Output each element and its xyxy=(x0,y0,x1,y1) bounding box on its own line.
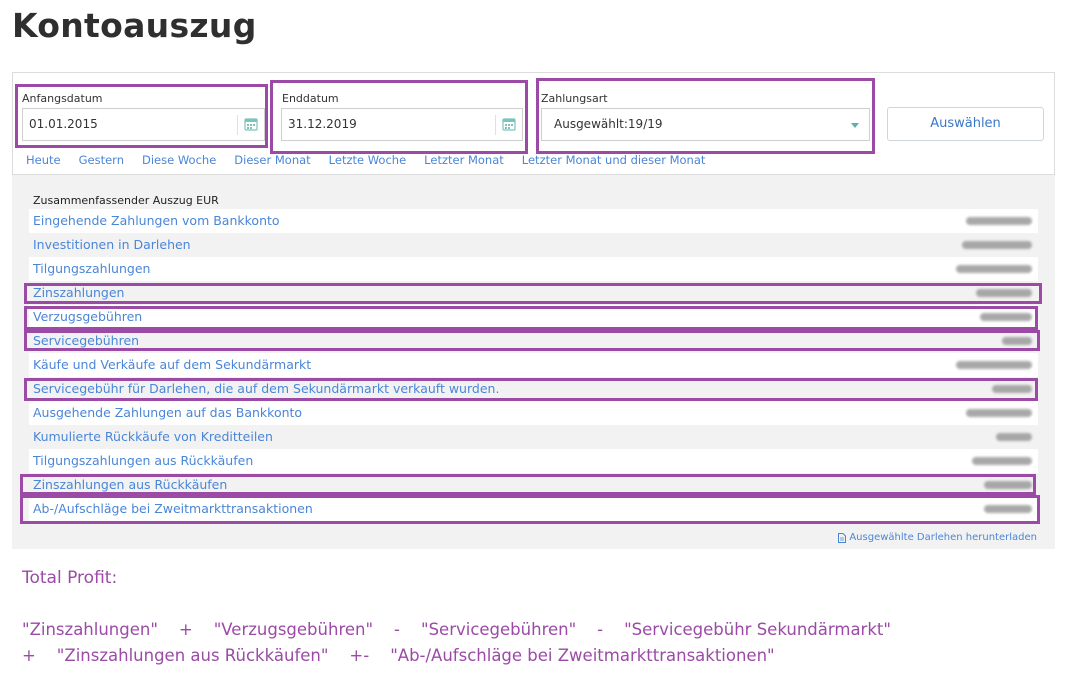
redacted-value xyxy=(956,265,1032,273)
formula-line-1: "Zinszahlungen" + "Verzugsgebühren" - "S… xyxy=(22,620,891,639)
end-date-input[interactable]: 31.12.2019 xyxy=(281,108,523,141)
payment-type-select[interactable]: Ausgewählt:19/19 xyxy=(541,108,870,141)
row-label-cumulative-buybacks[interactable]: Kumulierte Rückkäufe von Kreditteilen xyxy=(33,429,273,444)
row-label-secondary-market-trades[interactable]: Käufe und Verkäufe auf dem Sekundärmarkt xyxy=(33,357,311,372)
row-label-secondary-market-service-fee[interactable]: Servicegebühr für Darlehen, die auf dem … xyxy=(33,381,499,396)
summary-panel: Zusammenfassender Auszug EUR Eingehende … xyxy=(12,175,1055,549)
end-date-value: 31.12.2019 xyxy=(288,117,357,131)
start-date-value: 01.01.2015 xyxy=(29,117,98,131)
redacted-value xyxy=(1002,337,1032,345)
row-label-buyback-principal[interactable]: Tilgungszahlungen aus Rückkäufen xyxy=(33,453,253,468)
summary-row: Servicegebühren xyxy=(29,329,1038,353)
redacted-value xyxy=(984,481,1032,489)
row-label-principal-payments[interactable]: Tilgungszahlungen xyxy=(33,261,150,276)
quick-date-links: Heute Gestern Diese Woche Dieser Monat L… xyxy=(26,153,723,169)
redacted-value xyxy=(992,385,1032,393)
quick-link-this-month[interactable]: Dieser Monat xyxy=(234,153,310,169)
input-divider xyxy=(495,115,496,135)
summary-row: Verzugsgebühren xyxy=(29,305,1038,329)
calendar-icon[interactable] xyxy=(244,117,258,131)
row-label-discount-premium[interactable]: Ab-/Aufschläge bei Zweitmarkttransaktion… xyxy=(33,501,313,516)
summary-row: Zinszahlungen aus Rückkäufen xyxy=(29,473,1038,497)
summary-row: Ab-/Aufschläge bei Zweitmarkttransaktion… xyxy=(29,497,1038,521)
redacted-value xyxy=(972,457,1032,465)
calendar-icon[interactable] xyxy=(502,117,516,131)
summary-row: Käufe und Verkäufe auf dem Sekundärmarkt xyxy=(29,353,1038,377)
page-title: Kontoauszug xyxy=(12,6,257,45)
redacted-value xyxy=(984,505,1032,513)
summary-row: Servicegebühr für Darlehen, die auf dem … xyxy=(29,377,1038,401)
download-loans-label: Ausgewählte Darlehen herunterladen xyxy=(849,532,1037,543)
document-icon xyxy=(838,532,847,543)
row-label-interest-payments[interactable]: Zinszahlungen xyxy=(33,285,124,300)
row-label-buyback-interest[interactable]: Zinszahlungen aus Rückkäufen xyxy=(33,477,227,492)
quick-link-last-month[interactable]: Letzter Monat xyxy=(424,153,504,169)
summary-row: Ausgehende Zahlungen auf das Bankkonto xyxy=(29,401,1038,425)
redacted-value xyxy=(966,409,1032,417)
redacted-value xyxy=(966,217,1032,225)
redacted-value xyxy=(976,289,1032,297)
quick-link-today[interactable]: Heute xyxy=(26,153,61,169)
summary-heading: Zusammenfassender Auszug EUR xyxy=(33,194,219,207)
summary-row: Eingehende Zahlungen vom Bankkonto xyxy=(29,209,1038,233)
download-loans-link[interactable]: Ausgewählte Darlehen herunterladen xyxy=(838,532,1037,543)
row-label-late-fees[interactable]: Verzugsgebühren xyxy=(33,309,142,324)
summary-row: Zinszahlungen xyxy=(29,281,1038,305)
payment-type-value: Ausgewählt:19/19 xyxy=(554,117,663,131)
summary-row: Tilgungszahlungen xyxy=(29,257,1038,281)
total-profit-title: Total Profit: xyxy=(22,568,118,588)
row-label-incoming-payments[interactable]: Eingehende Zahlungen vom Bankkonto xyxy=(33,213,280,228)
summary-row: Tilgungszahlungen aus Rückkäufen xyxy=(29,449,1038,473)
formula-line-2: + "Zinszahlungen aus Rückkäufen" +- "Ab-… xyxy=(22,646,775,665)
quick-link-yesterday[interactable]: Gestern xyxy=(79,153,124,169)
quick-link-last-week[interactable]: Letzte Woche xyxy=(329,153,407,169)
end-date-label: Enddatum xyxy=(282,92,339,105)
start-date-input[interactable]: 01.01.2015 xyxy=(22,108,265,141)
input-divider xyxy=(237,115,238,135)
row-label-investments[interactable]: Investitionen in Darlehen xyxy=(33,237,191,252)
payment-type-label: Zahlungsart xyxy=(541,92,608,105)
redacted-value xyxy=(956,361,1032,369)
quick-link-this-week[interactable]: Diese Woche xyxy=(142,153,216,169)
row-label-service-fees[interactable]: Servicegebühren xyxy=(33,333,139,348)
redacted-value xyxy=(980,313,1032,321)
row-label-outgoing-payments[interactable]: Ausgehende Zahlungen auf das Bankkonto xyxy=(33,405,302,420)
start-date-label: Anfangsdatum xyxy=(22,92,103,105)
submit-button[interactable]: Auswählen xyxy=(887,107,1044,141)
summary-row: Investitionen in Darlehen xyxy=(29,233,1038,257)
redacted-value xyxy=(962,241,1032,249)
chevron-down-icon xyxy=(851,123,859,128)
summary-row: Kumulierte Rückkäufe von Kreditteilen xyxy=(29,425,1038,449)
redacted-value xyxy=(996,433,1032,441)
quick-link-last-and-this-month[interactable]: Letzter Monat und dieser Monat xyxy=(522,153,706,169)
